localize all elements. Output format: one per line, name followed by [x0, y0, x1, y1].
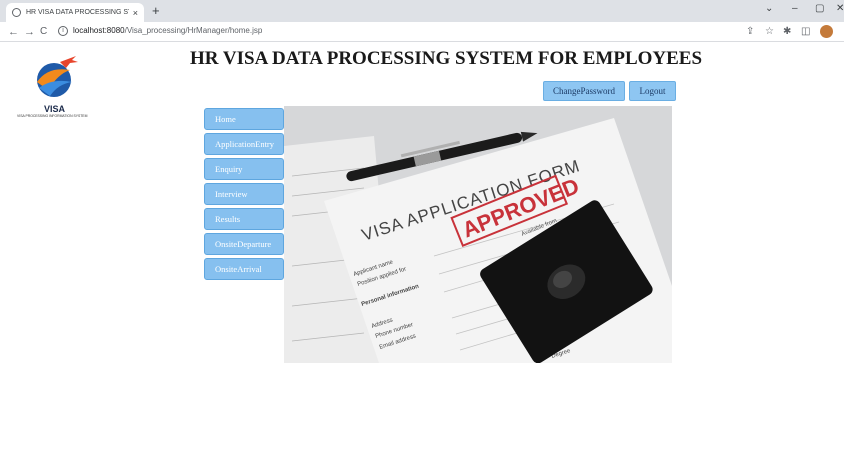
browser-tab-bar: HR VISA DATA PROCESSING SYS × + ⌄ – ▢ ✕ — [0, 0, 844, 22]
logo-subtext: VISA PROCESSING INFORMATION SYSTEM — [17, 114, 88, 118]
logo-text: VISA — [44, 104, 66, 114]
share-icon[interactable]: ⇪ — [746, 25, 754, 38]
profile-avatar[interactable] — [820, 25, 833, 38]
globe-icon — [12, 8, 21, 17]
maximize-icon[interactable]: ▢ — [815, 3, 824, 14]
extensions-icon[interactable]: ✱ — [783, 25, 791, 38]
sidebar-item-home[interactable]: Home — [204, 108, 284, 130]
tab-search-icon[interactable]: ⌄ — [765, 3, 773, 14]
sidebar-item-application-entry[interactable]: ApplicationEntry — [204, 133, 284, 155]
bookmark-star-icon[interactable]: ☆ — [765, 25, 774, 38]
url-field[interactable]: localhost:8080/Visa_processing/HrManager… — [73, 26, 262, 35]
sidebar-item-onsite-arrival[interactable]: OnsiteArrival — [204, 258, 284, 280]
close-window-icon[interactable]: ✕ — [836, 3, 844, 14]
sidebar-item-results[interactable]: Results — [204, 208, 284, 230]
sidebar-item-onsite-departure[interactable]: OnsiteDeparture — [204, 233, 284, 255]
back-icon[interactable]: ← — [8, 25, 19, 39]
url-host: localhost:8080 — [73, 26, 125, 35]
logout-button[interactable]: Logout — [629, 81, 676, 101]
sidebar-nav: Home ApplicationEntry Enquiry Interview … — [204, 108, 284, 283]
reload-icon[interactable]: C — [40, 25, 47, 39]
sidebar-item-interview[interactable]: Interview — [204, 183, 284, 205]
forward-icon[interactable]: → — [24, 25, 35, 39]
side-panel-icon[interactable]: ◫ — [801, 25, 810, 38]
new-tab-button[interactable]: + — [152, 3, 160, 19]
tab-title: HR VISA DATA PROCESSING SYS — [26, 9, 129, 16]
address-bar: ← → C i localhost:8080/Visa_processing/H… — [0, 22, 844, 42]
tab-close-icon[interactable]: × — [133, 8, 138, 18]
sidebar-item-enquiry[interactable]: Enquiry — [204, 158, 284, 180]
page-title: HR VISA DATA PROCESSING SYSTEM FOR EMPLO… — [190, 48, 703, 69]
change-password-button[interactable]: ChangePassword — [543, 81, 625, 101]
visa-logo — [37, 56, 78, 97]
browser-tab[interactable]: HR VISA DATA PROCESSING SYS × — [6, 3, 144, 22]
visa-application-image: VISA APPLICATION FORM APPROVED Available… — [284, 106, 672, 363]
minimize-icon[interactable]: – — [792, 3, 798, 14]
site-info-icon[interactable]: i — [58, 26, 68, 36]
url-path: /Visa_processing/HrManager/home.jsp — [124, 26, 263, 35]
